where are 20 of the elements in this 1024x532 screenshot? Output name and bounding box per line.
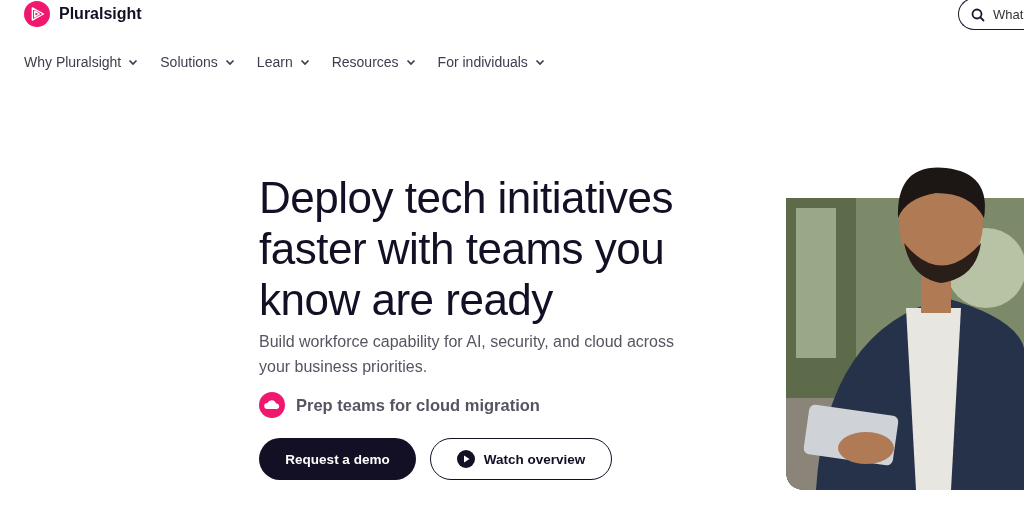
play-icon [456, 450, 475, 468]
nav-menu-item[interactable]: Learn [256, 54, 310, 70]
chevron-down-icon [405, 58, 416, 66]
highlight-text: Prep teams for cloud migration [296, 395, 540, 415]
chevron-down-icon [534, 58, 545, 66]
chevron-down-icon [128, 58, 139, 66]
nav-menu-item[interactable]: Resources [331, 54, 416, 70]
chevron-down-icon [224, 58, 235, 66]
nav-menu-item[interactable]: Why Pluralsight [24, 54, 139, 70]
hero-heading: Deploy tech initiatives faster with teams you know are ready [259, 172, 675, 325]
hero-subheading: Build workforce capability for AI, security, and cloud across your business priorities. [259, 332, 675, 377]
logo-icon [24, 1, 50, 27]
chevron-down-icon [299, 58, 310, 66]
nav-menu-item[interactable]: For individuals [437, 54, 545, 70]
request-demo-button[interactable]: Request a demo [259, 438, 416, 480]
cloud-icon [259, 392, 285, 418]
search-field[interactable]: What [958, 0, 1024, 30]
nav-menu-item[interactable]: Solutions [160, 54, 235, 70]
watch-overview-button[interactable]: Watch overview [430, 438, 612, 480]
logo-link[interactable]: Pluralsight [24, 1, 142, 27]
